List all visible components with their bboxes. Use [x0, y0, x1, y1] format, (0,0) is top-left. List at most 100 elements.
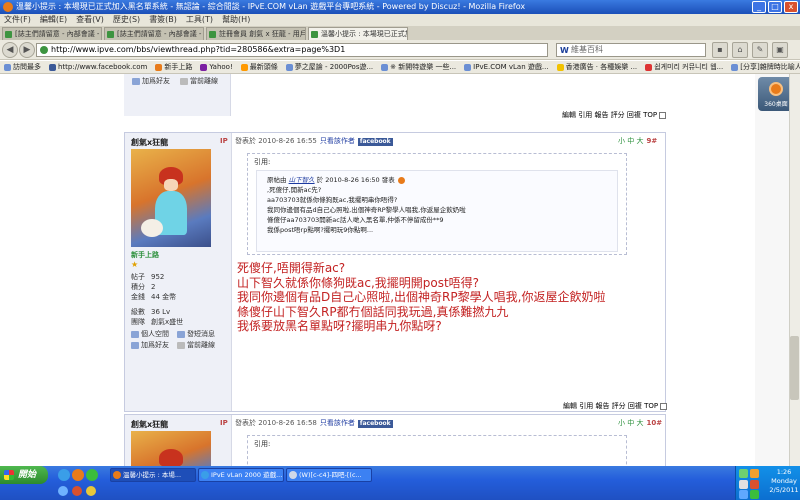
bookmark-icon	[464, 63, 472, 71]
font-size-controls[interactable]: 小 中 大	[618, 419, 643, 427]
post-date: 發表於 2010-8-26 16:58	[235, 419, 317, 427]
browser-tab-active[interactable]: 溫馨小提示 : 本場現已正式加入黑名...	[308, 27, 408, 40]
maximize-button[interactable]: □	[768, 1, 782, 13]
font-size-controls[interactable]: 小 中 大	[618, 137, 643, 145]
bookmark-item[interactable]: 쉽게미리 커뮤니티 웹...	[645, 61, 723, 73]
network-icon[interactable]	[739, 469, 748, 478]
menu-edit[interactable]: 編輯(E)	[40, 14, 67, 26]
page-content: 加爲好友 當前離線 編輯 引用 報告 評分 回複 TOP 創氣x狂龍 IP 新手…	[0, 74, 800, 466]
forward-button[interactable]: ▶	[19, 42, 35, 58]
stat-team: 團隊 創氣x盛世	[131, 318, 184, 326]
app-tray-icon[interactable]	[750, 490, 759, 499]
bookmark-item[interactable]: [分享]雜牌時比喻人...	[731, 61, 800, 73]
quoted-user-link[interactable]: 山下智久	[289, 176, 315, 184]
volume-icon[interactable]	[750, 469, 759, 478]
post-header: 發表於 2010-8-26 16:58 只看該作者 facebook	[235, 418, 393, 428]
select-checkbox[interactable]	[659, 111, 667, 119]
taskbar-item[interactable]: (W)[c-c4]-四吧-[(c...	[286, 468, 372, 482]
taskbar-item[interactable]: 溫馨小提示 : 本場...	[110, 468, 196, 482]
bookmark-item[interactable]: http://www.facebook.com	[49, 61, 147, 73]
author-only-link[interactable]: 只看該作者	[320, 419, 355, 427]
folder-icon[interactable]	[86, 486, 96, 496]
bookmark-item[interactable]: 香港廣告 · 各種娛樂 ...	[556, 61, 637, 73]
goto-post-icon[interactable]	[397, 176, 405, 184]
quote-block: 引用: 原帖由 山下智久 於 2010-8-26 16:50 發表 ,死傻仔,開…	[247, 153, 627, 255]
site-favicon-icon	[311, 31, 318, 38]
menu-view[interactable]: 查看(V)	[76, 14, 104, 26]
back-button[interactable]: ◀	[2, 42, 18, 58]
facebook-icon	[49, 63, 56, 71]
taskbar: 開始 溫馨小提示 : 本場... IPvE vLan 2000 遊戲... (W…	[0, 466, 800, 500]
bookmark-item[interactable]: 夢之屋論 - 2000Pos遊...	[285, 61, 373, 73]
browser-tab[interactable]: [誌主們請留意 - 內部會議 - IPvE.COM ...	[104, 27, 204, 40]
menu-bookmarks[interactable]: 書簽(B)	[149, 14, 177, 26]
bookmark-item[interactable]: ※ 新開特遊樂 一些...	[381, 61, 456, 73]
scrollbar[interactable]	[789, 74, 800, 466]
menu-history[interactable]: 歷史(S)	[113, 14, 140, 26]
desktop-icon[interactable]	[58, 486, 68, 496]
security-icon[interactable]	[739, 480, 748, 489]
chat-tray-icon[interactable]	[739, 490, 748, 499]
stat-posts: 帖子 952	[131, 273, 165, 281]
bookmark-item[interactable]: 新手上路	[155, 61, 192, 73]
search-input[interactable]: W 維基百科	[556, 43, 706, 57]
bookmark-item[interactable]: Yahoo!	[200, 61, 233, 73]
username[interactable]: 創氣x狂龍	[131, 419, 168, 430]
send-message-link[interactable]: 發短消息	[177, 329, 215, 339]
clock[interactable]: 1:26 Monday 2/5/2011	[768, 468, 800, 495]
ip-tag: IP	[220, 419, 228, 427]
extension-icon[interactable]: ▣	[772, 42, 788, 58]
minimize-button[interactable]: _	[752, 1, 766, 13]
antivirus-icon[interactable]	[750, 480, 759, 489]
widget-label: 360桌面	[764, 101, 788, 108]
quote-line: ,死傻仔,開新ac先?	[267, 186, 322, 194]
firefox-icon[interactable]	[72, 469, 84, 481]
browser-tab[interactable]: [誌主們請留意 - 內部會議 - IPvE.COM ...	[2, 27, 102, 40]
reply-line: 條傻仔山下智久RP都冇個話同我玩過,真係難撚九九	[237, 304, 509, 319]
ie-icon[interactable]	[58, 469, 70, 481]
floor-number: 10#	[646, 419, 663, 427]
bookmark-item[interactable]: 最新頭條	[240, 61, 278, 73]
close-button[interactable]: x	[784, 1, 798, 13]
post-tools[interactable]: 編輯 引用 報告 評分 回複 TOP	[562, 110, 667, 120]
user-sidebar: 加爲好友 當前離線	[124, 74, 231, 116]
start-button[interactable]: 開始	[0, 466, 48, 484]
quote-line: 我同你邊個有品d自己心照啦,出個神奇RP黎學人唱我,你返屋企飲奶啦	[267, 206, 466, 214]
bookmark-item[interactable]: IPvE.COM vLan 遊戲...	[464, 61, 549, 73]
quote-line: 我係post唔rp點啊?擺明玩9你點啊...	[267, 226, 374, 234]
author-only-link[interactable]: 只看該作者	[320, 137, 355, 145]
username[interactable]: 創氣x狂龍	[131, 137, 168, 148]
tools-icon[interactable]: ✎	[752, 42, 768, 58]
url-bar[interactable]: http://www.ipve.com/bbs/viewthread.php?t…	[36, 43, 548, 57]
message-icon	[177, 330, 185, 338]
scrollbar-thumb[interactable]	[790, 336, 799, 400]
firefox-icon	[3, 2, 13, 12]
taskbar-item[interactable]: IPvE vLan 2000 遊戲...	[198, 468, 284, 482]
add-friend-icon	[132, 77, 140, 85]
select-checkbox[interactable]	[660, 402, 668, 410]
add-friend-link[interactable]: 加爲好友	[132, 76, 170, 86]
online-status: 當前離線	[177, 340, 215, 350]
ip-tag: IP	[220, 137, 228, 145]
reply-line: 我係要放黑名單點呀?擺明串九你點呀?	[237, 319, 442, 333]
bookmark-icon	[645, 63, 653, 71]
quicklaunch-icon[interactable]	[86, 469, 98, 481]
personal-space-link[interactable]: 個人空間	[131, 329, 169, 339]
menu-tools[interactable]: 工具(T)	[186, 14, 213, 26]
menu-file[interactable]: 文件(F)	[4, 14, 31, 26]
reply-line: 我同你邊個有品D自己心照啦,出個神奇RP黎學人唱我,你返屋企飲奶啦	[237, 290, 606, 304]
media-icon[interactable]	[72, 486, 82, 496]
system-tray: 1:26 Monday 2/5/2011	[735, 466, 800, 500]
browser-tab[interactable]: 註冊會員 創氣 x 狂龍 - 用戶申請 : 計...	[206, 27, 306, 40]
quote-line: 原帖由 山下智久 於 2010-8-26 16:50 發表	[267, 175, 607, 185]
facebook-share-button[interactable]: facebook	[357, 138, 393, 146]
facebook-share-button[interactable]: facebook	[357, 420, 393, 428]
bookmark-item[interactable]: 訪問最多	[4, 61, 41, 73]
home-icon[interactable]: ⌂	[732, 42, 748, 58]
site-favicon-icon	[107, 31, 114, 38]
rss-icon	[240, 63, 248, 71]
post-tools[interactable]: 編輯 引用 報告 評分 回複 TOP	[563, 401, 668, 411]
menu-help[interactable]: 幫助(H)	[222, 14, 250, 26]
add-friend-link[interactable]: 加爲好友	[131, 340, 169, 350]
addon-icon[interactable]: ▪	[712, 42, 728, 58]
